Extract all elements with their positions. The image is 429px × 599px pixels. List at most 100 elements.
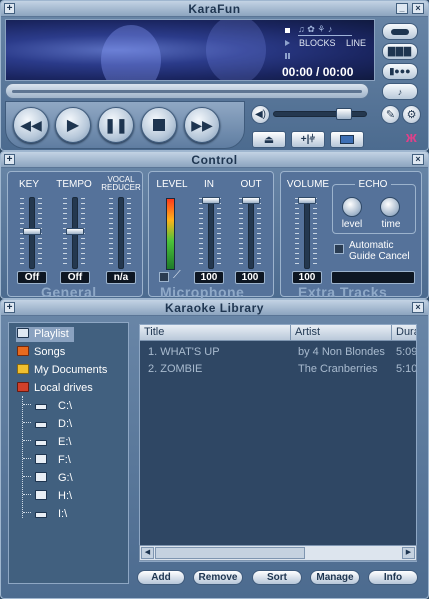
minimize-button[interactable]: _ (396, 3, 408, 14)
master-volume-slider[interactable] (273, 108, 367, 120)
in-ticks (217, 198, 221, 268)
mic-out-slider[interactable] (248, 197, 254, 269)
microphone-button[interactable]: ✎ (381, 105, 400, 124)
option-blocks[interactable]: BLOCKS (299, 38, 336, 48)
row-artist: by 4 Non Blondes (298, 346, 385, 358)
tree-item-playlist[interactable]: Playlist (17, 326, 69, 342)
removable-drive-icon (35, 490, 47, 500)
settings-button[interactable]: ⚙ (402, 105, 421, 124)
pause-icon: ❚❚ (104, 116, 128, 133)
option-line[interactable]: LINE (346, 38, 366, 48)
sort-button[interactable]: Sort (252, 570, 302, 585)
mic-in-knob[interactable] (202, 197, 220, 204)
scroll-right-button[interactable]: ▶ (402, 547, 415, 559)
echo-time-dial[interactable] (380, 197, 400, 217)
tree-item-drive-g[interactable]: G:\ (23, 470, 73, 486)
seek-bar[interactable] (5, 83, 369, 99)
general-title: General (41, 284, 97, 300)
tree-item-my-documents[interactable]: My Documents (17, 362, 107, 378)
tree-item-drive-d[interactable]: D:\ (23, 416, 72, 432)
tree-label: F:\ (58, 454, 71, 466)
tree-item-songs[interactable]: Songs (17, 344, 65, 360)
rewind-button[interactable]: ◀◀ (13, 107, 49, 143)
tree-item-local-drives[interactable]: Local drives (17, 380, 93, 396)
player-titlebar[interactable]: + KaraFun _ × (1, 1, 428, 17)
vocal-ticks (109, 198, 113, 268)
library-title: Karaoke Library (165, 301, 264, 315)
app-title: KaraFun (188, 2, 241, 16)
track-volume-knob[interactable] (298, 197, 316, 204)
horizontal-scrollbar[interactable]: ◀ ▶ (139, 545, 417, 561)
remove-button[interactable]: Remove (193, 570, 243, 585)
pause-small-icon[interactable] (285, 53, 290, 59)
key-value: Off (17, 271, 47, 284)
close-button[interactable]: × (412, 154, 424, 165)
volume-icon-button[interactable]: ◀) (251, 105, 270, 124)
close-button[interactable]: × (412, 3, 424, 14)
tree-item-drive-i[interactable]: I:\ (23, 506, 67, 522)
equalizer-icon: +|⫩ (300, 134, 316, 145)
scroll-thumb[interactable] (155, 547, 305, 559)
close-button[interactable]: × (412, 302, 424, 313)
track-volume-value: 100 (292, 271, 322, 284)
tempo-knob[interactable] (66, 228, 84, 235)
stop-icon (153, 119, 165, 131)
library-tree: Playlist Songs My Documents Local drives… (8, 322, 129, 584)
square-icon[interactable] (285, 28, 290, 33)
play-small-icon[interactable] (285, 40, 290, 46)
tree-item-drive-f[interactable]: F:\ (23, 452, 71, 468)
pause-button[interactable]: ❚❚ (98, 107, 134, 143)
column-header-title[interactable]: Title (140, 325, 291, 341)
echo-label: ECHO (355, 179, 391, 190)
column-header-duration[interactable]: Dura (392, 325, 416, 341)
manage-button[interactable]: Manage (310, 570, 360, 585)
out-ticks (257, 198, 261, 268)
key-knob[interactable] (23, 228, 41, 235)
level-label: LEVEL (156, 179, 188, 190)
add-button[interactable]: Add (137, 570, 185, 585)
in-ticks (199, 198, 203, 268)
dots-button[interactable]: ▮●●● (382, 63, 418, 80)
play-button[interactable]: ▶ (55, 107, 91, 143)
song-list: Title Artist Dura 1. WHAT'S UP by 4 Non … (139, 324, 417, 562)
row-title: 1. WHAT'S UP (148, 346, 220, 358)
library-titlebar[interactable]: + Karaoke Library × (1, 300, 428, 316)
library-button[interactable] (330, 131, 364, 148)
master-volume-knob[interactable] (336, 108, 352, 120)
mic-in-slider[interactable] (208, 197, 214, 269)
music-button[interactable]: ♪ (382, 83, 418, 100)
echo-time-label: time (381, 219, 401, 230)
notes-icon[interactable]: ♫ ✿ ⚘ ♪ (298, 24, 352, 36)
vocal-reducer-slider[interactable] (118, 197, 124, 269)
column-header-artist[interactable]: Artist (291, 325, 392, 341)
mic-out-knob[interactable] (242, 197, 260, 204)
control-titlebar[interactable]: + Control × (1, 152, 428, 168)
scroll-left-button[interactable]: ◀ (141, 547, 154, 559)
auto-guide-checkbox[interactable] (334, 244, 344, 254)
stage-light (206, 20, 266, 80)
tree-item-drive-c[interactable]: C:\ (23, 398, 72, 414)
lips-button[interactable] (382, 23, 418, 40)
eject-icon: ⏏ (263, 134, 275, 146)
lyrics-button[interactable]: ▇▇▇ (382, 43, 418, 60)
mic-checkbox[interactable] (159, 272, 169, 282)
mixer-button[interactable]: +|⫩ (291, 131, 325, 148)
forward-button[interactable]: ▶▶ (184, 107, 220, 143)
songs-icon (17, 346, 29, 356)
volume-label: VOLUME (286, 179, 330, 190)
stage-light (101, 25, 161, 80)
volume-ticks (313, 198, 317, 268)
track-volume-slider[interactable] (304, 197, 310, 269)
hard-drive-icon (35, 422, 47, 428)
echo-level-label: level (341, 219, 363, 230)
text-icon: ▇▇▇ (388, 46, 412, 56)
info-button[interactable]: Info (368, 570, 418, 585)
eject-button[interactable]: ⏏ (252, 131, 286, 148)
tree-item-drive-e[interactable]: E:\ (23, 434, 71, 450)
out-ticks (239, 198, 243, 268)
tree-item-drive-h[interactable]: H:\ (23, 488, 72, 504)
tree-label: G:\ (58, 472, 73, 484)
stop-button[interactable] (141, 107, 177, 143)
echo-level-dial[interactable] (342, 197, 362, 217)
tempo-value: Off (60, 271, 90, 284)
